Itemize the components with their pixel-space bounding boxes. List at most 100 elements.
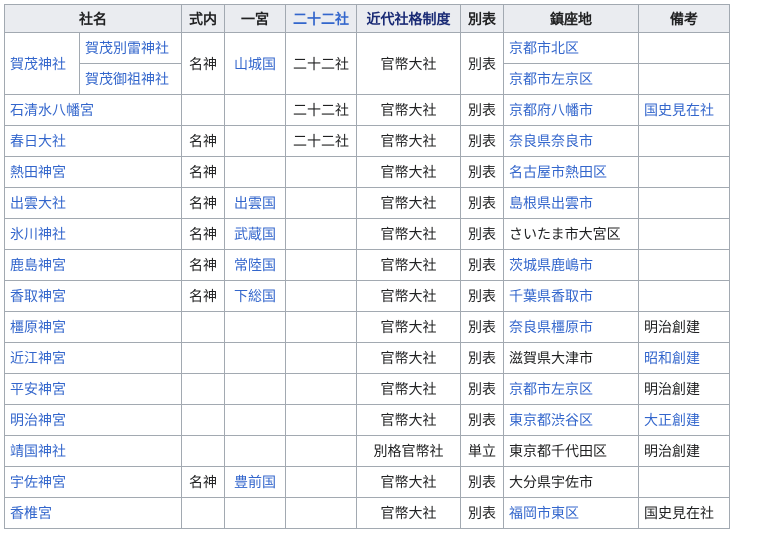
ichinomiya-link[interactable]: 常陸国 — [224, 249, 286, 281]
sub-shrine-link[interactable]: 賀茂別雷神社 — [79, 32, 182, 64]
kakaku-cell: 別格官幣社 — [356, 435, 461, 467]
nijunisha-cell — [285, 404, 357, 436]
beppyo-cell: 別表 — [460, 373, 504, 405]
shrine-name-link[interactable]: 橿原神宮 — [4, 311, 182, 343]
note-link[interactable]: 国史見在社 — [638, 94, 730, 126]
beppyo-cell: 単立 — [460, 435, 504, 467]
location-link[interactable]: 千葉県香取市 — [503, 280, 639, 312]
header-shamei: 社名 — [4, 4, 182, 33]
header-row: 社名 式内 一宮 二十二社 近代社格制度 別表 鎮座地 備考 — [4, 4, 730, 33]
note-link[interactable]: 昭和創建 — [638, 342, 730, 374]
location-link[interactable]: 奈良県橿原市 — [503, 311, 639, 343]
shikinai-cell: 名神 — [181, 249, 225, 281]
shrine-name-link[interactable]: 平安神宮 — [4, 373, 182, 405]
shrine-name-link[interactable]: 賀茂神社 — [4, 32, 80, 95]
shrine-name-link[interactable]: 鹿島神宮 — [4, 249, 182, 281]
table-row: 香取神宮 名神 下総国 官幣大社 別表 千葉県香取市 — [4, 280, 730, 312]
nijunisha-cell — [285, 497, 357, 529]
ichinomiya-link — [224, 497, 286, 529]
ichinomiya-link[interactable]: 出雲国 — [224, 187, 286, 219]
nijunisha-cell: 二十二社 — [285, 32, 357, 95]
location-link[interactable]: 京都府八幡市 — [503, 94, 639, 126]
table-row: 鹿島神宮 名神 常陸国 官幣大社 別表 茨城県鹿嶋市 — [4, 249, 730, 281]
shikinai-cell — [181, 94, 225, 126]
nijunisha-cell: 二十二社 — [285, 125, 357, 157]
kakaku-cell: 官幣大社 — [356, 249, 461, 281]
shrine-name-link[interactable]: 石清水八幡宮 — [4, 94, 182, 126]
shikinai-cell — [181, 497, 225, 529]
location-link[interactable]: 名古屋市熱田区 — [503, 156, 639, 188]
shrine-table: 社名 式内 一宮 二十二社 近代社格制度 別表 鎮座地 備考 賀茂神社 賀茂別雷… — [4, 4, 730, 529]
ichinomiya-link[interactable]: 豊前国 — [224, 466, 286, 498]
location-link[interactable]: 奈良県奈良市 — [503, 125, 639, 157]
shrine-name-link[interactable]: 香椎宮 — [4, 497, 182, 529]
note-cell: 明治創建 — [638, 311, 730, 343]
nijunisha-cell: 二十二社 — [285, 94, 357, 126]
nijunisha-cell — [285, 218, 357, 250]
shrine-name-link[interactable]: 近江神宮 — [4, 342, 182, 374]
kakaku-cell: 官幣大社 — [356, 280, 461, 312]
location-link[interactable]: 島根県出雲市 — [503, 187, 639, 219]
location-link[interactable]: 茨城県鹿嶋市 — [503, 249, 639, 281]
ichinomiya-link — [224, 342, 286, 374]
nijunisha-cell — [285, 466, 357, 498]
beppyo-cell: 別表 — [460, 187, 504, 219]
note-cell — [638, 125, 730, 157]
location-link[interactable]: 東京都渋谷区 — [503, 404, 639, 436]
shrine-name-link[interactable]: 出雲大社 — [4, 187, 182, 219]
nijunisha-cell — [285, 311, 357, 343]
ichinomiya-link — [224, 311, 286, 343]
beppyo-cell: 別表 — [460, 466, 504, 498]
kakaku-cell: 官幣大社 — [356, 187, 461, 219]
nijunisha-cell — [285, 280, 357, 312]
shrine-name-link[interactable]: 宇佐神宮 — [4, 466, 182, 498]
location-link[interactable]: 京都市北区 — [503, 32, 639, 64]
location-cell: 東京都千代田区 — [503, 435, 639, 467]
kakaku-cell: 官幣大社 — [356, 466, 461, 498]
beppyo-cell: 別表 — [460, 125, 504, 157]
ichinomiya-link[interactable]: 下総国 — [224, 280, 286, 312]
shrine-name-link[interactable]: 春日大社 — [4, 125, 182, 157]
nijunisha-cell — [285, 156, 357, 188]
table-row: 熱田神宮 名神 官幣大社 別表 名古屋市熱田区 — [4, 156, 730, 188]
ichinomiya-link — [224, 156, 286, 188]
table-row: 橿原神宮 官幣大社 別表 奈良県橿原市 明治創建 — [4, 311, 730, 343]
table-row: 賀茂神社 賀茂別雷神社 名神 山城国 二十二社 官幣大社 別表 京都市北区 — [4, 32, 730, 95]
table-row: 氷川神社 名神 武蔵国 官幣大社 別表 さいたま市大宮区 — [4, 218, 730, 250]
shrine-name-link[interactable]: 氷川神社 — [4, 218, 182, 250]
note-cell: 明治創建 — [638, 435, 730, 467]
shrine-name-link[interactable]: 明治神宮 — [4, 404, 182, 436]
sub-shrine-link[interactable]: 賀茂御祖神社 — [79, 63, 182, 95]
location-cell: さいたま市大宮区 — [503, 218, 639, 250]
ichinomiya-link[interactable]: 山城国 — [224, 32, 286, 95]
note-cell — [638, 32, 730, 64]
table-row: 出雲大社 名神 出雲国 官幣大社 別表 島根県出雲市 — [4, 187, 730, 219]
kakaku-cell: 官幣大社 — [356, 218, 461, 250]
shrine-name-link[interactable]: 熱田神宮 — [4, 156, 182, 188]
location-link[interactable]: 京都市左京区 — [503, 373, 639, 405]
location-link[interactable]: 京都市左京区 — [503, 63, 639, 95]
location-cell: 滋賀県大津市 — [503, 342, 639, 374]
note-link[interactable]: 大正創建 — [638, 404, 730, 436]
table-row: 宇佐神宮 名神 豊前国 官幣大社 別表 大分県宇佐市 — [4, 466, 730, 498]
header-shikinai: 式内 — [181, 4, 225, 33]
header-nijunisha-link[interactable]: 二十二社 — [285, 4, 357, 33]
location-link[interactable]: 福岡市東区 — [503, 497, 639, 529]
shrine-name-link[interactable]: 香取神宮 — [4, 280, 182, 312]
beppyo-cell: 別表 — [460, 249, 504, 281]
table-row: 香椎宮 官幣大社 別表 福岡市東区 国史見在社 — [4, 497, 730, 529]
table-row: 靖国神社 別格官幣社 単立 東京都千代田区 明治創建 — [4, 435, 730, 467]
beppyo-cell: 別表 — [460, 280, 504, 312]
ichinomiya-link — [224, 373, 286, 405]
shrine-name-link[interactable]: 靖国神社 — [4, 435, 182, 467]
header-ichinomiya: 一宮 — [224, 4, 286, 33]
beppyo-cell: 別表 — [460, 404, 504, 436]
ichinomiya-link[interactable]: 武蔵国 — [224, 218, 286, 250]
beppyo-cell: 別表 — [460, 311, 504, 343]
nijunisha-cell — [285, 435, 357, 467]
header-kindai-shakaku-link[interactable]: 近代社格制度 — [356, 4, 461, 33]
ichinomiya-link — [224, 94, 286, 126]
shikinai-cell: 名神 — [181, 218, 225, 250]
beppyo-cell: 別表 — [460, 32, 504, 95]
beppyo-cell: 別表 — [460, 342, 504, 374]
